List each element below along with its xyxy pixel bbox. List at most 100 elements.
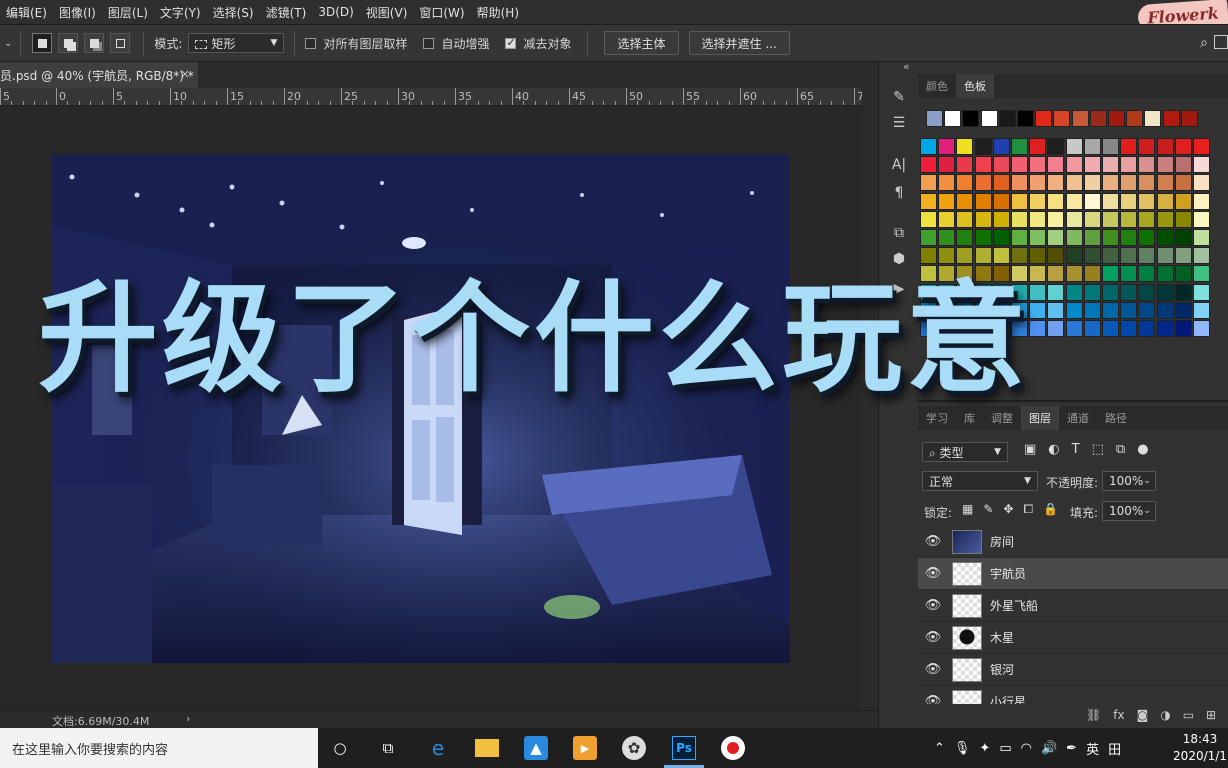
color-swatch[interactable]	[956, 229, 974, 246]
collapse-panels-icon[interactable]: «	[903, 60, 910, 73]
ime-language-indicator[interactable]: 英	[1086, 739, 1099, 758]
add-selection-button[interactable]	[58, 33, 79, 53]
task-view-icon[interactable]: ⧉	[376, 736, 400, 760]
color-swatch[interactable]	[956, 174, 974, 192]
color-swatch[interactable]	[1102, 138, 1119, 155]
color-swatch[interactable]	[1156, 174, 1174, 192]
menu-window[interactable]: 窗口(W)	[413, 4, 470, 21]
color-swatch[interactable]	[956, 210, 974, 228]
color-swatch[interactable]	[1029, 174, 1047, 192]
recent-color-swatch[interactable]	[926, 110, 943, 127]
color-swatch[interactable]	[1120, 156, 1138, 174]
color-swatch[interactable]	[992, 156, 1010, 174]
visibility-eye-icon[interactable]: 👁	[918, 598, 948, 613]
brush-settings-icon[interactable]: ✎	[879, 86, 919, 108]
color-swatch[interactable]	[938, 192, 956, 210]
color-swatch[interactable]	[974, 156, 992, 174]
menu-edit[interactable]: 编辑(E)	[0, 4, 53, 21]
color-swatch[interactable]	[974, 192, 992, 210]
color-swatch[interactable]	[1193, 192, 1210, 210]
color-swatch[interactable]	[1102, 247, 1119, 265]
color-swatch[interactable]	[1065, 210, 1083, 228]
add-mask-icon[interactable]: ◙	[1137, 708, 1149, 722]
layer-row[interactable]: 👁 银河	[918, 654, 1228, 686]
color-swatch[interactable]	[1011, 210, 1028, 228]
status-menu-arrow-icon[interactable]: ›	[186, 712, 190, 725]
visibility-eye-icon[interactable]: 👁	[918, 566, 948, 581]
menu-3d[interactable]: 3D(D)	[312, 5, 359, 19]
recent-color-swatch[interactable]	[1180, 110, 1198, 127]
recent-color-swatch[interactable]	[944, 110, 962, 127]
color-swatch[interactable]	[1083, 138, 1101, 155]
recent-color-swatch[interactable]	[1035, 110, 1053, 127]
color-swatch[interactable]	[992, 247, 1010, 265]
color-swatch[interactable]	[938, 156, 956, 174]
color-swatch[interactable]	[1083, 247, 1101, 265]
color-swatch[interactable]	[974, 229, 992, 246]
lock-all-icon[interactable]: 🔒	[1043, 502, 1058, 517]
fill-input[interactable]: 100% ⌄	[1102, 501, 1156, 521]
color-swatch[interactable]	[920, 210, 937, 228]
color-swatch[interactable]	[1138, 247, 1156, 265]
type-filter-icon[interactable]: T	[1072, 442, 1080, 457]
edge-browser-icon[interactable]: e	[426, 736, 450, 760]
color-swatch[interactable]	[1156, 247, 1174, 265]
color-swatch[interactable]	[1011, 192, 1028, 210]
color-swatch[interactable]	[1065, 192, 1083, 210]
recent-color-swatch[interactable]	[1162, 110, 1180, 127]
color-swatch[interactable]	[1156, 138, 1174, 155]
color-swatch[interactable]	[1083, 210, 1101, 228]
adjust-icon[interactable]: ☰	[879, 112, 919, 134]
recent-color-swatch[interactable]	[1017, 110, 1034, 127]
fx-button[interactable]: fx	[1113, 708, 1124, 722]
color-swatch[interactable]	[1120, 192, 1138, 210]
color-swatch[interactable]	[1047, 229, 1065, 246]
color-swatch[interactable]	[992, 210, 1010, 228]
layer-row[interactable]: 👁 房间	[918, 526, 1228, 558]
close-icon[interactable]: ×	[180, 67, 190, 81]
color-swatch[interactable]	[974, 247, 992, 265]
color-swatch[interactable]	[1193, 138, 1210, 155]
color-swatch[interactable]	[1174, 192, 1192, 210]
color-swatch[interactable]	[920, 192, 937, 210]
recent-color-swatch[interactable]	[962, 110, 980, 127]
color-swatch[interactable]	[1193, 174, 1210, 192]
app-icon[interactable]: ▲	[524, 736, 548, 760]
color-swatch[interactable]	[1193, 156, 1210, 174]
color-swatch[interactable]	[938, 247, 956, 265]
color-swatch[interactable]	[1138, 210, 1156, 228]
color-swatch[interactable]	[1011, 229, 1028, 246]
color-swatch[interactable]	[1174, 210, 1192, 228]
ime-mode-icon[interactable]: 田	[1108, 739, 1121, 758]
menu-type[interactable]: 文字(Y)	[154, 4, 207, 21]
layer-row[interactable]: 👁 宇航员	[918, 558, 1228, 590]
battery-icon[interactable]: ▭	[999, 741, 1011, 756]
color-swatch[interactable]	[1120, 174, 1138, 192]
color-swatch[interactable]	[992, 138, 1010, 155]
menu-help[interactable]: 帮助(H)	[471, 4, 525, 21]
color-swatch[interactable]	[992, 229, 1010, 246]
tray-expand-icon[interactable]: ⌃	[934, 741, 945, 756]
pixel-filter-icon[interactable]: ▣	[1024, 442, 1036, 457]
color-swatch[interactable]	[1138, 229, 1156, 246]
color-swatch[interactable]	[1102, 229, 1119, 246]
color-swatch[interactable]	[1029, 138, 1047, 155]
color-swatch[interactable]	[1156, 229, 1174, 246]
new-layer-icon[interactable]: ⊞	[1206, 708, 1216, 722]
color-swatch[interactable]	[1120, 138, 1138, 155]
color-swatch[interactable]	[920, 247, 937, 265]
color-swatch[interactable]	[920, 229, 937, 246]
color-swatch[interactable]	[1083, 192, 1101, 210]
document-tab[interactable]: 员.psd @ 40% (宇航员, RGB/8*) *	[0, 62, 198, 88]
menu-image[interactable]: 图像(I)	[53, 4, 102, 21]
color-swatch[interactable]	[1011, 138, 1028, 155]
color-swatch[interactable]	[1156, 156, 1174, 174]
recent-color-swatch[interactable]	[1089, 110, 1107, 127]
color-swatch[interactable]	[1102, 156, 1119, 174]
color-swatch[interactable]	[1029, 192, 1047, 210]
color-swatch[interactable]	[956, 138, 974, 155]
color-swatch[interactable]	[938, 229, 956, 246]
color-swatch[interactable]	[920, 174, 937, 192]
color-swatch[interactable]	[974, 210, 992, 228]
color-swatch[interactable]	[1011, 174, 1028, 192]
